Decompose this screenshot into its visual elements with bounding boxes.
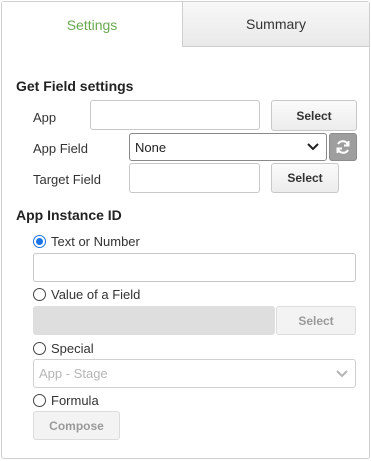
special-dropdown: App - Stage [33,359,356,388]
field-select-button: Select [276,306,356,335]
settings-panel: Settings Summary Get Field settings App … [1,1,370,459]
text-or-number-radio[interactable] [33,235,46,248]
value-of-field-radio[interactable] [33,288,46,301]
app-field-selected: None [135,139,167,155]
tab-settings[interactable]: Settings [2,2,183,47]
special-radio[interactable] [33,342,46,355]
text-or-number-input[interactable] [33,253,356,282]
get-field-settings-title: Get Field settings [16,78,134,94]
refresh-button[interactable] [329,133,357,161]
app-label: App [33,110,57,125]
app-input[interactable] [90,100,260,130]
value-of-field-option[interactable]: Value of a Field [33,287,140,302]
compose-button: Compose [33,411,120,440]
chevron-down-icon [307,143,319,151]
special-dropdown-placeholder: App - Stage [39,366,108,381]
text-or-number-option[interactable]: Text or Number [33,234,140,249]
special-label: Special [51,341,94,356]
app-select-button[interactable]: Select [271,100,357,131]
target-field-select-button[interactable]: Select [271,163,339,193]
field-value-input [33,306,275,335]
target-field-label: Target Field [33,172,101,187]
app-instance-id-title: App Instance ID [16,207,122,223]
app-field-dropdown[interactable]: None [129,133,327,161]
chevron-down-icon [336,369,348,377]
tab-bar: Settings Summary [2,2,369,47]
value-of-field-label: Value of a Field [51,287,141,302]
app-field-label: App Field [33,141,88,156]
target-field-input[interactable] [129,163,260,193]
refresh-icon [336,140,350,154]
formula-option[interactable]: Formula [33,393,99,408]
tab-summary[interactable]: Summary [183,2,369,47]
special-option[interactable]: Special [33,341,94,356]
formula-radio[interactable] [33,394,46,407]
text-or-number-label: Text or Number [51,234,140,249]
formula-label: Formula [51,393,99,408]
